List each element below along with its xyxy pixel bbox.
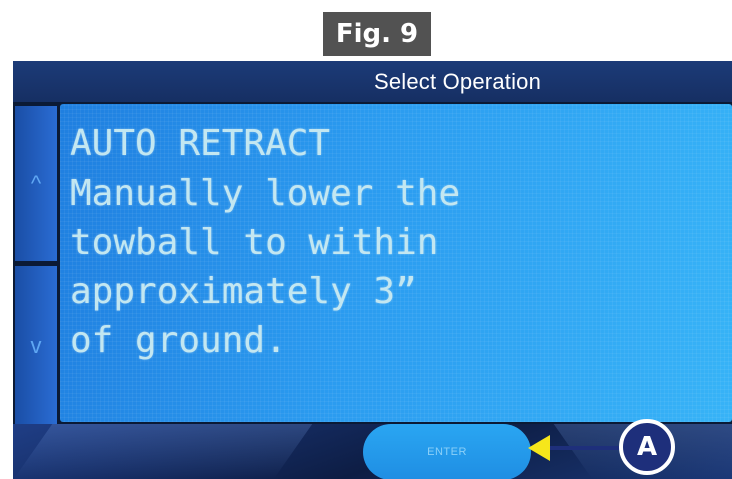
scroll-up-button[interactable]: ^ bbox=[15, 106, 57, 261]
background-light-ray bbox=[13, 424, 313, 479]
enter-button-label: ENTER bbox=[427, 446, 467, 458]
callout-arrow-icon bbox=[528, 435, 550, 461]
figure-label: Fig. 9 bbox=[323, 12, 431, 56]
message-panel: AUTO RETRACT Manually lower the towball … bbox=[60, 104, 732, 422]
scroll-down-button[interactable]: v bbox=[15, 266, 57, 426]
callout-badge: A bbox=[619, 419, 675, 475]
chevron-up-icon: ^ bbox=[30, 170, 42, 196]
message-line-operation: AUTO RETRACT bbox=[70, 123, 331, 164]
chevron-down-icon: v bbox=[30, 333, 42, 358]
callout-line bbox=[543, 446, 631, 450]
message-line: towball to within bbox=[70, 222, 439, 263]
title-bar: Select Operation bbox=[13, 61, 732, 102]
message-line: of ground. bbox=[70, 320, 287, 361]
message-line: Manually lower the bbox=[70, 173, 461, 214]
device-screen: Select Operation ^ v AUTO RETRACT Manual… bbox=[13, 61, 732, 479]
message-line: approximately 3” bbox=[70, 271, 417, 312]
enter-button[interactable]: ENTER bbox=[363, 424, 531, 479]
screen-title: Select Operation bbox=[373, 68, 542, 94]
callout-letter: A bbox=[636, 432, 658, 462]
